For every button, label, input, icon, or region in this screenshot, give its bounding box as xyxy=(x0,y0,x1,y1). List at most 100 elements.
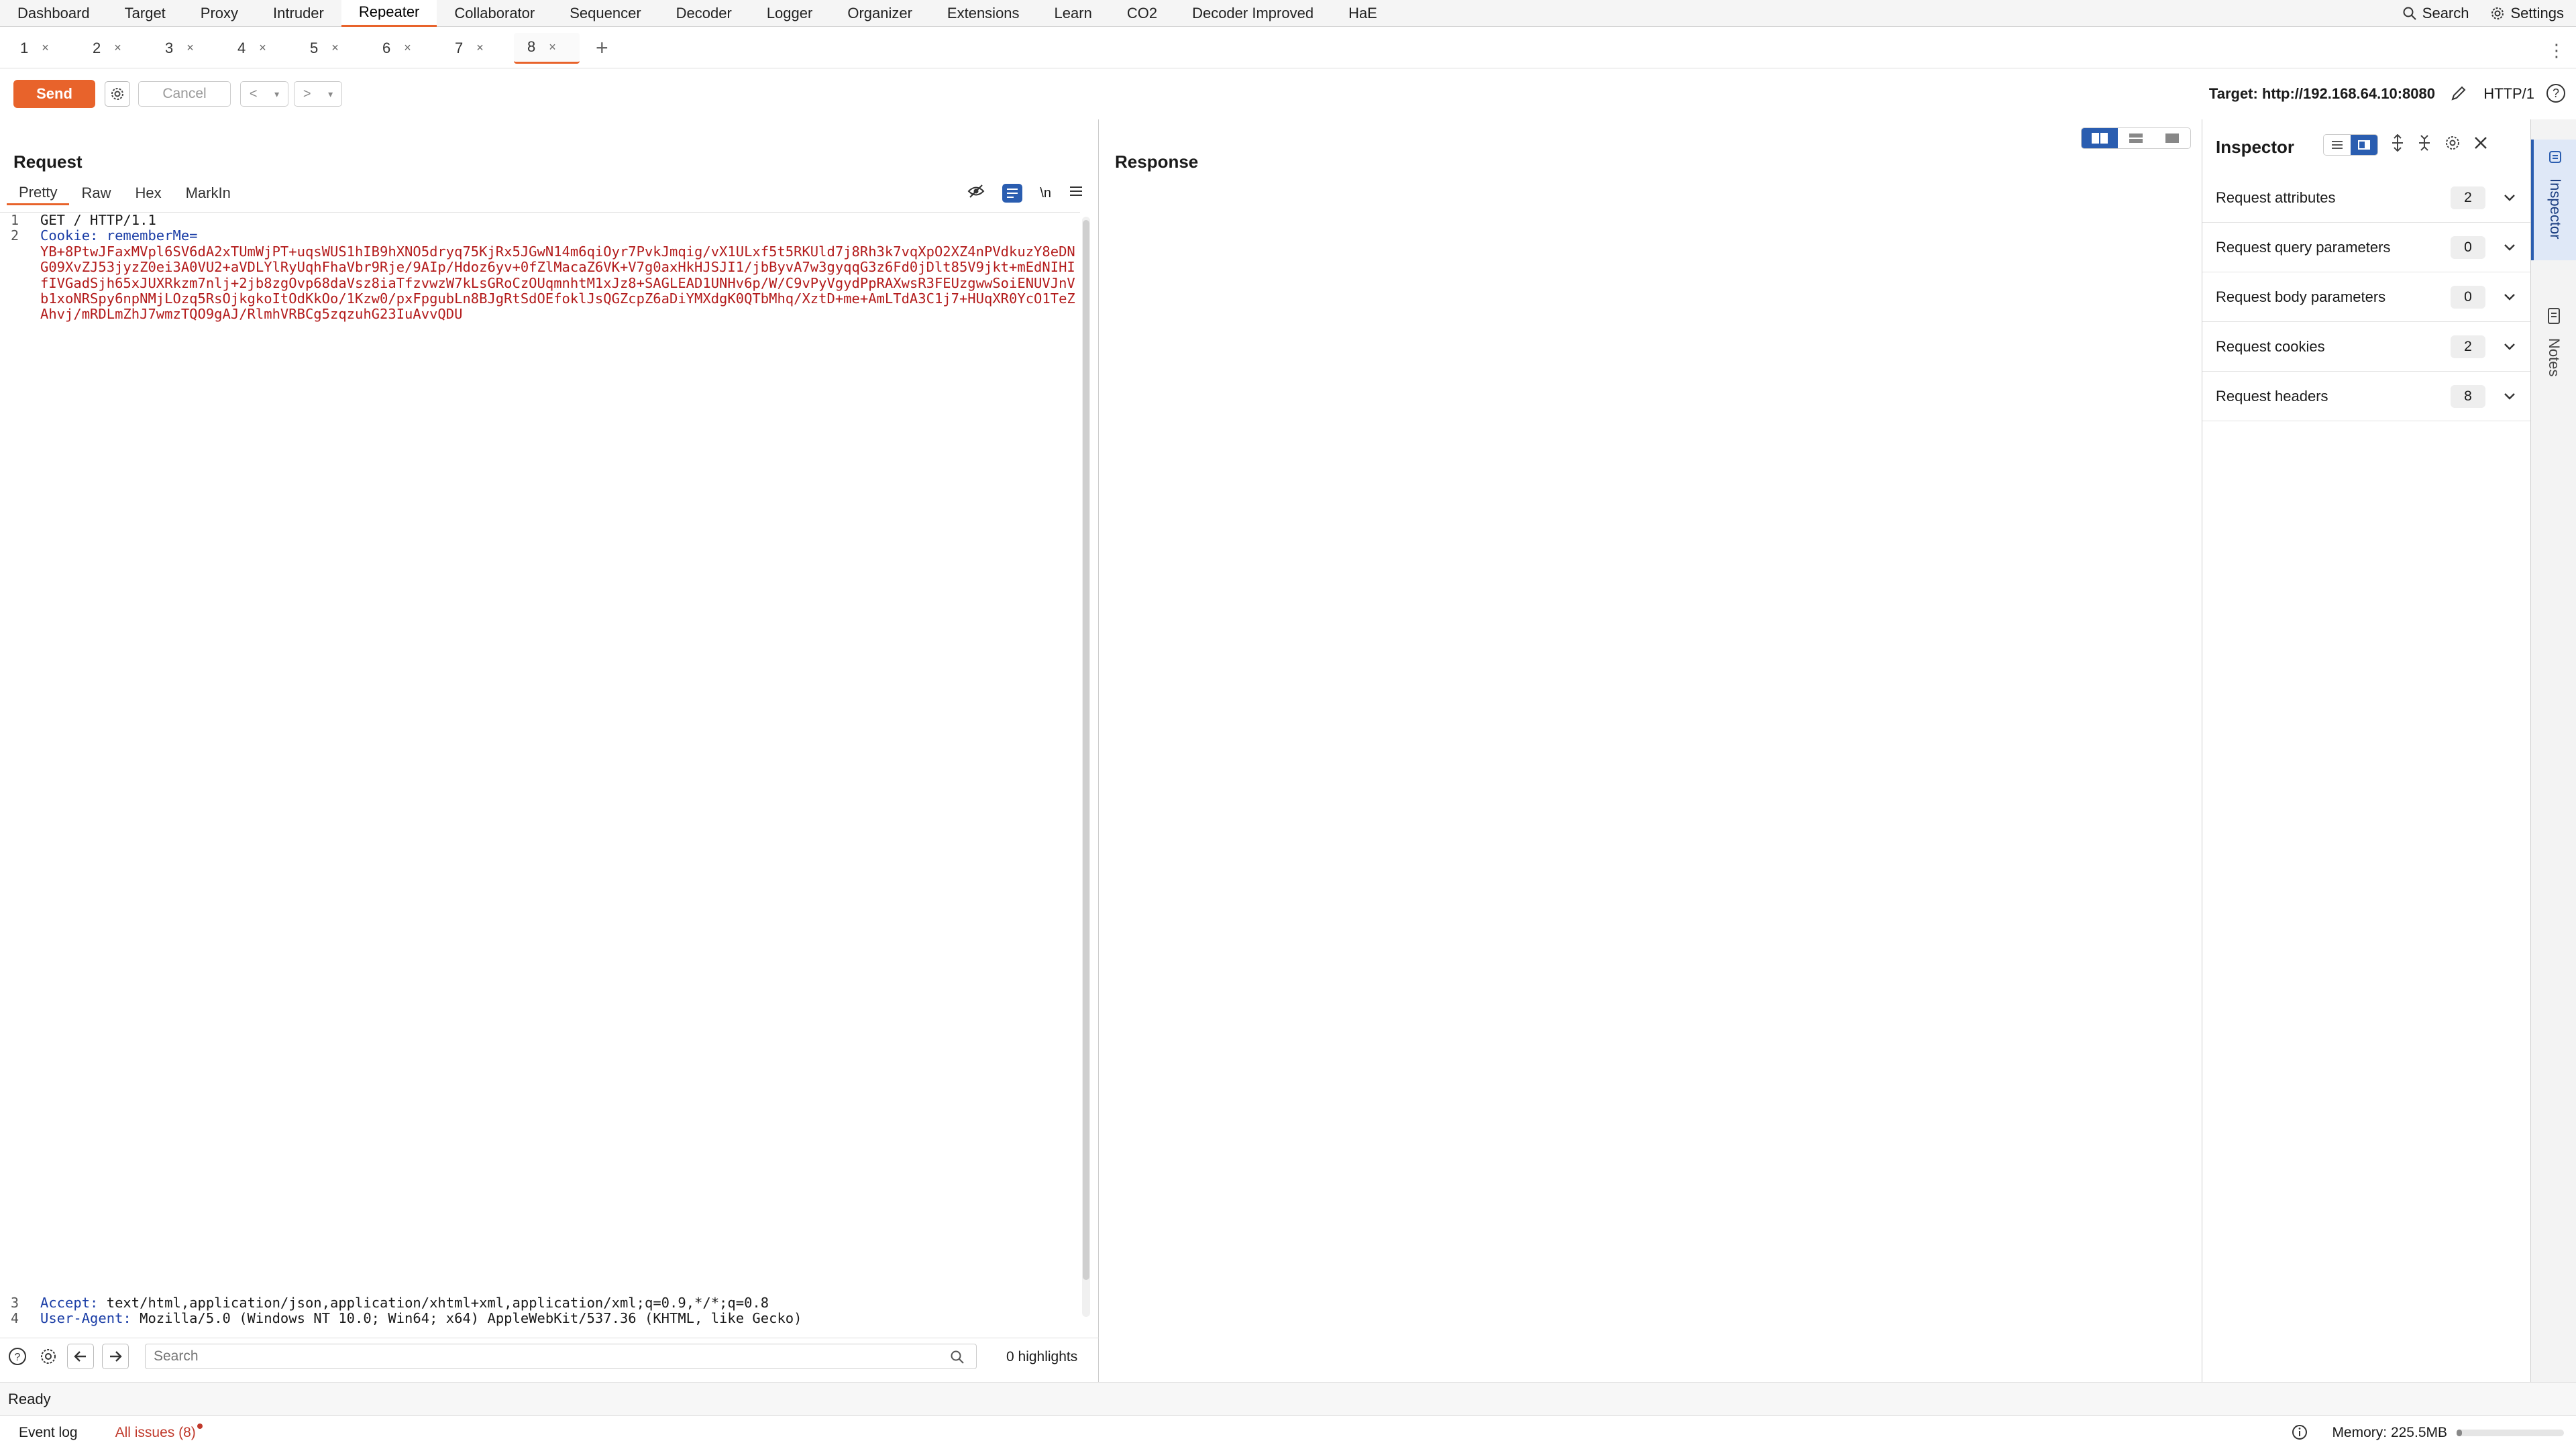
close-icon[interactable]: × xyxy=(42,41,49,55)
split-view-button[interactable] xyxy=(2351,135,2377,155)
repeater-tab-7[interactable]: 7 × xyxy=(441,33,507,64)
menu-icon[interactable] xyxy=(1069,185,1083,201)
info-icon[interactable] xyxy=(2292,1424,2308,1444)
close-icon[interactable]: × xyxy=(186,41,194,55)
count-badge: 8 xyxy=(2451,384,2485,408)
close-icon[interactable] xyxy=(2473,136,2488,154)
inspector-section-request-query-parameters[interactable]: Request query parameters 0 xyxy=(2202,223,2531,272)
event-log-button[interactable]: Event log xyxy=(19,1425,78,1441)
nav-tab-hae[interactable]: HaE xyxy=(1331,0,1395,27)
repeater-tab-label: 8 xyxy=(527,38,536,55)
tab-hex[interactable]: Hex xyxy=(123,181,173,205)
nav-tab-extensions[interactable]: Extensions xyxy=(930,0,1037,27)
http-version-select[interactable]: HTTP/1 xyxy=(2483,85,2534,103)
svg-text:?: ? xyxy=(15,1352,21,1363)
close-icon[interactable]: × xyxy=(549,40,556,54)
editor-scroll-thumb[interactable] xyxy=(1083,220,1089,1280)
repeater-tab-1[interactable]: 1 × xyxy=(7,33,72,64)
search-input[interactable] xyxy=(145,1344,977,1369)
tab-raw[interactable]: Raw xyxy=(69,181,123,205)
show-newlines-button[interactable]: \n xyxy=(1040,186,1051,201)
close-icon[interactable]: × xyxy=(331,41,339,55)
nav-tab-logger[interactable]: Logger xyxy=(749,0,830,27)
nav-tab-co2[interactable]: CO2 xyxy=(1110,0,1175,27)
help-button[interactable]: ? xyxy=(7,1346,28,1367)
nav-tab-organizer[interactable]: Organizer xyxy=(830,0,930,27)
previous-match-button[interactable] xyxy=(67,1344,94,1369)
repeater-tab-3[interactable]: 3 × xyxy=(152,33,217,64)
inspector-section-request-headers[interactable]: Request headers 8 xyxy=(2202,372,2531,421)
all-issues-button[interactable]: All issues (8) xyxy=(115,1423,203,1441)
nav-tab-dashboard[interactable]: Dashboard xyxy=(0,0,107,27)
nav-tab-proxy[interactable]: Proxy xyxy=(183,0,256,27)
settings-button[interactable]: Settings xyxy=(2489,5,2564,22)
sidebar-label-notes: Notes xyxy=(2546,338,2563,377)
search-button[interactable]: Search xyxy=(2402,5,2469,22)
close-icon[interactable]: × xyxy=(404,41,411,55)
request-title: Request xyxy=(13,152,83,172)
nav-tab-target[interactable]: Target xyxy=(107,0,183,27)
nav-tab-repeater[interactable]: Repeater xyxy=(341,0,437,27)
user-agent-header: User-Agent: Mozilla/5.0 (Windows NT 10.0… xyxy=(40,1311,1080,1326)
expand-all-icon[interactable] xyxy=(2390,133,2405,156)
notes-icon xyxy=(2548,308,2560,324)
send-settings-button[interactable] xyxy=(105,81,130,107)
tab-markin[interactable]: MarkIn xyxy=(174,181,243,205)
send-button[interactable]: Send xyxy=(13,80,95,108)
help-button[interactable]: ? xyxy=(2545,83,2567,108)
list-view-button[interactable] xyxy=(2324,135,2351,155)
cancel-button[interactable]: Cancel xyxy=(138,81,231,107)
rows-icon xyxy=(2129,133,2143,143)
close-icon[interactable]: × xyxy=(114,41,121,55)
add-tab-button[interactable]: + xyxy=(596,36,608,60)
repeater-tab-6[interactable]: 6 × xyxy=(369,33,435,64)
next-match-button[interactable] xyxy=(102,1344,129,1369)
sidebar-label-inspector: Inspector xyxy=(2547,178,2564,239)
count-badge: 0 xyxy=(2451,235,2485,259)
cookie-value: YB+8PtwJFaxMVpl6SV6dA2xTUmWjPT+uqsWUS1hI… xyxy=(40,243,1075,323)
more-options-icon[interactable]: ⋮ xyxy=(2548,40,2565,61)
close-icon[interactable]: × xyxy=(476,41,484,55)
search-icon xyxy=(2403,7,2416,20)
history-back-button[interactable]: < ▾ xyxy=(240,81,288,107)
close-icon[interactable]: × xyxy=(259,41,266,55)
nav-tab-decoder[interactable]: Decoder xyxy=(659,0,749,27)
inspector-tools xyxy=(2323,133,2488,156)
inspector-title: Inspector xyxy=(2216,137,2295,157)
sidebar-tab-inspector[interactable]: Inspector xyxy=(2531,140,2576,260)
sidebar-tab-notes[interactable]: Notes xyxy=(2531,307,2576,376)
inspector-section-request-body-parameters[interactable]: Request body parameters 0 xyxy=(2202,272,2531,322)
repeater-tab-4[interactable]: 4 × xyxy=(224,33,290,64)
repeater-tab-8[interactable]: 8 × xyxy=(514,32,580,64)
split-vertical-button[interactable] xyxy=(2118,128,2154,148)
nav-tab-learn[interactable]: Learn xyxy=(1037,0,1110,27)
search-settings-button[interactable] xyxy=(38,1346,59,1367)
inspector-settings-icon[interactable] xyxy=(2444,134,2461,156)
single-pane-button[interactable] xyxy=(2154,128,2190,148)
line-number: 2 xyxy=(10,227,19,244)
nav-tab-sequencer[interactable]: Sequencer xyxy=(552,0,658,27)
inspector-section-request-attributes[interactable]: Request attributes 2 xyxy=(2202,173,2531,223)
nav-tab-collaborator[interactable]: Collaborator xyxy=(437,0,552,27)
target-label[interactable]: Target: http://192.168.64.10:8080 xyxy=(2209,85,2435,103)
accept-header: Accept: text/html,application/json,appli… xyxy=(40,1295,1080,1311)
nav-tab-intruder[interactable]: Intruder xyxy=(256,0,341,27)
accept-header-key: Accept: xyxy=(40,1295,99,1311)
wrap-lines-icon[interactable] xyxy=(1002,184,1023,203)
tab-pretty[interactable]: Pretty xyxy=(7,181,70,205)
search-icon xyxy=(951,1350,964,1364)
columns-icon xyxy=(2092,133,2108,144)
nav-tab-decoder-improved[interactable]: Decoder Improved xyxy=(1175,0,1331,27)
history-forward-button[interactable]: > ▾ xyxy=(294,81,342,107)
inspector-section-request-cookies[interactable]: Request cookies 2 xyxy=(2202,322,2531,372)
repeater-tab-2[interactable]: 2 × xyxy=(79,33,145,64)
collapse-all-icon[interactable] xyxy=(2417,134,2432,156)
edit-target-button[interactable] xyxy=(2449,83,2469,107)
split-horizontal-button[interactable] xyxy=(2082,128,2118,148)
request-editor[interactable]: 1 GET / HTTP/1.1 2 Cookie: rememberMe= Y… xyxy=(0,212,1080,1327)
repeater-tab-strip: 1 × 2 × 3 × 4 × 5 × 6 × 7 × 8 × + xyxy=(0,28,2576,68)
repeater-tab-5[interactable]: 5 × xyxy=(297,33,362,64)
repeater-tab-label: 1 xyxy=(20,39,29,56)
hide-icon[interactable] xyxy=(967,184,985,203)
square-icon xyxy=(2165,133,2179,143)
